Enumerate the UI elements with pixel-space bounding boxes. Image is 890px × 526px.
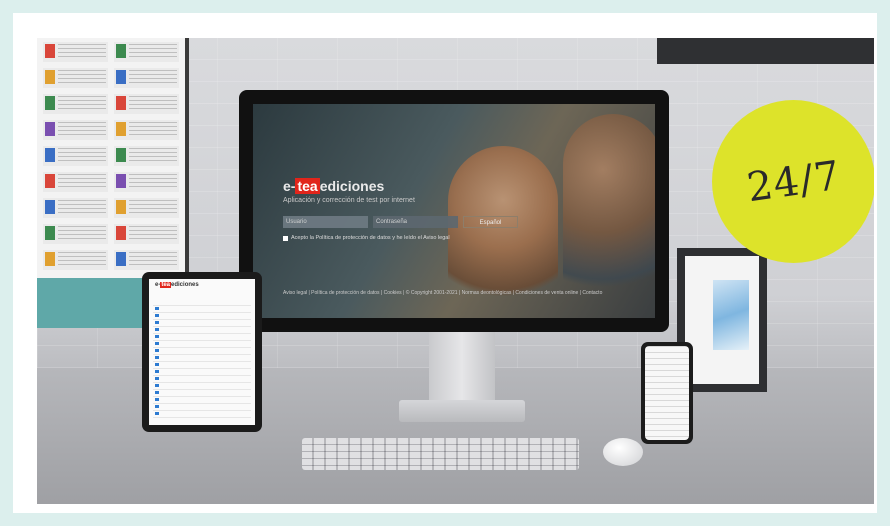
keyboard <box>302 438 579 470</box>
badge-label: 24/7 <box>743 152 844 211</box>
mouse <box>603 438 643 466</box>
desktop-monitor: e-tea ediciones Aplicación y corrección d… <box>239 90 669 332</box>
monitor-screen: e-tea ediciones Aplicación y corrección d… <box>253 104 655 318</box>
catalog-row <box>43 68 179 88</box>
catalog-row <box>43 146 179 166</box>
dark-wall-frame <box>657 38 874 64</box>
eteaediciones-logo: e-teaediciones <box>155 282 199 288</box>
monitor-base <box>399 400 525 422</box>
phone-device <box>641 342 693 444</box>
password-field[interactable]: Contraseña <box>373 216 458 228</box>
language-select[interactable]: Español <box>463 216 518 228</box>
catalog-row <box>43 120 179 140</box>
username-field[interactable]: Usuario <box>283 216 368 228</box>
tablet-row-icons <box>155 307 159 415</box>
footer-links[interactable]: Aviso legal | Política de protección de … <box>283 290 602 296</box>
monitor-stand <box>429 332 495 402</box>
accept-terms-row[interactable]: Acepto la Política de protección de dato… <box>283 235 450 241</box>
app-subtitle: Aplicación y corrección de test por inte… <box>283 197 415 204</box>
catalog-row <box>43 224 179 244</box>
catalog-row <box>43 42 179 62</box>
phone-screen <box>645 346 689 440</box>
availability-badge: 24/7 <box>712 100 874 263</box>
accept-terms-label: Acepto la Política de protección de dato… <box>291 235 450 241</box>
person-photo <box>563 114 655 314</box>
catalog-row <box>43 94 179 114</box>
tablet-device: e-teaediciones <box>142 272 262 432</box>
tablet-table <box>153 305 251 419</box>
catalog-row <box>43 250 179 270</box>
tablet-screen: e-teaediciones <box>149 279 255 425</box>
accept-checkbox[interactable] <box>283 235 288 241</box>
picture-mat <box>685 256 759 384</box>
promo-photo: e-tea ediciones Aplicación y corrección d… <box>37 38 874 504</box>
catalog-row <box>43 172 179 192</box>
framed-picture <box>713 280 749 350</box>
eteaediciones-logo: e-teaediciones <box>283 178 385 194</box>
catalog-row <box>43 198 179 218</box>
